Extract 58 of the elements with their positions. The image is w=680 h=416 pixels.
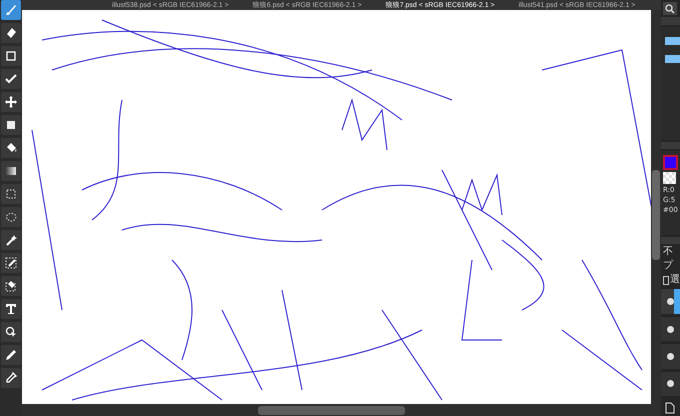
tool-button[interactable] [1, 276, 21, 296]
protect-checkbox[interactable] [663, 276, 669, 285]
zoom-button[interactable] [663, 2, 677, 16]
visibility-dot[interactable] [667, 352, 674, 360]
tool-button[interactable] [1, 161, 21, 181]
layer-row[interactable] [661, 370, 680, 396]
dashed-rectangle-icon [5, 188, 17, 200]
tool-button[interactable] [1, 69, 21, 89]
scrollbar-thumb[interactable] [652, 170, 660, 260]
magic-wand-icon [5, 234, 17, 246]
horizontal-scrollbar[interactable] [22, 404, 661, 416]
tool-button[interactable] [1, 230, 21, 250]
blend-label: プ [662, 260, 674, 272]
tool-button[interactable] [1, 253, 21, 273]
bucket-icon [5, 142, 17, 154]
visibility-dot[interactable] [667, 298, 674, 306]
tool-button[interactable] [1, 92, 21, 112]
tool-button[interactable] [1, 23, 21, 43]
lasso-icon [5, 211, 17, 223]
zoom-icon [665, 4, 675, 14]
tool-button[interactable] [1, 299, 21, 319]
tool-button[interactable] [1, 368, 21, 388]
panel-header [661, 236, 680, 244]
checkmark-icon [5, 73, 17, 85]
tool-button[interactable] [1, 207, 21, 227]
rectangle-icon [5, 50, 17, 62]
visibility-dot[interactable] [667, 326, 674, 333]
selection-eraser-icon [5, 280, 17, 292]
tool-button[interactable] [1, 115, 21, 135]
brush-swatch [665, 36, 680, 45]
gradient-icon [5, 165, 17, 177]
layer-row[interactable] [661, 316, 680, 342]
square-icon [5, 119, 17, 131]
brush-swatch [665, 54, 680, 63]
pointer-icon [5, 326, 17, 338]
text-icon [5, 303, 17, 315]
selection-pen-icon [5, 257, 17, 269]
tool-button[interactable] [1, 184, 21, 204]
scrollbar-thumb[interactable] [258, 406, 405, 414]
brush-icon [5, 4, 17, 16]
tool-button[interactable] [1, 322, 21, 342]
eraser-icon [5, 27, 17, 39]
tool-button[interactable] [1, 138, 21, 158]
visibility-dot[interactable] [667, 380, 674, 388]
page-icon [665, 402, 675, 414]
new-layer-button[interactable] [664, 402, 676, 416]
protect-label: 選 [670, 274, 680, 286]
opacity-label: 不 [662, 246, 674, 258]
tool-button[interactable] [1, 345, 21, 365]
move-icon [5, 96, 17, 108]
eyedropper-icon [5, 372, 17, 384]
tool-button[interactable] [1, 46, 21, 66]
pen-icon [5, 349, 17, 361]
transparent-swatch[interactable] [663, 172, 676, 184]
vertical-scrollbar[interactable] [651, 10, 661, 404]
layer-row[interactable] [661, 288, 680, 314]
color-swatch[interactable] [663, 155, 678, 170]
layer-row[interactable] [661, 343, 680, 369]
